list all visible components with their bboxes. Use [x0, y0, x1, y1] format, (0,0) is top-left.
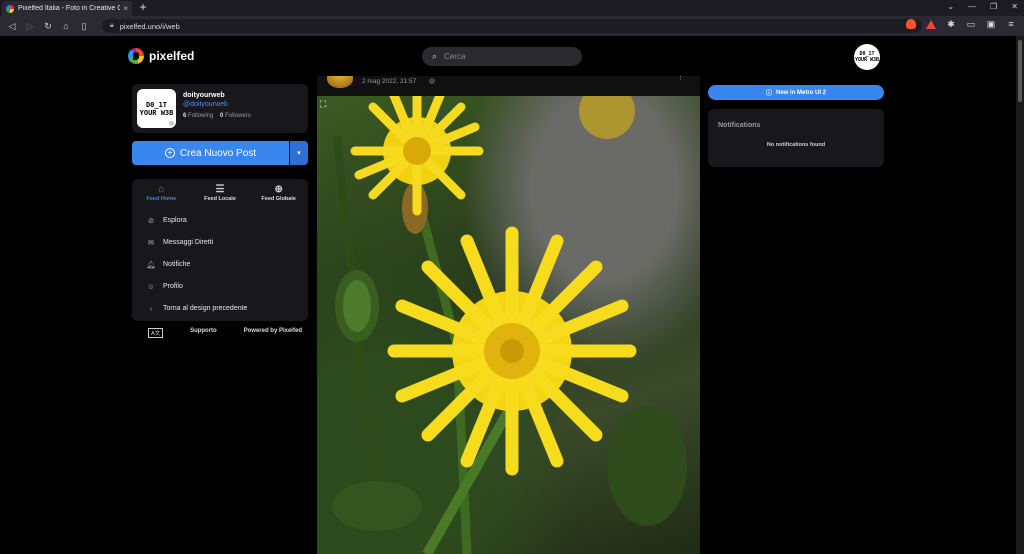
menu-item-notifiche[interactable]: 🔔︎ Notifiche — [132, 253, 308, 275]
navigation-card: ⌂ Feed Home ☰ Feed Locale ⊕ Feed Globale… — [132, 179, 308, 321]
user-avatar[interactable]: D0_1T YOUR W3B — [854, 44, 880, 70]
menu-label: Notifiche — [163, 260, 191, 268]
metro-label: New in Metro UI 2 — [776, 89, 827, 96]
new-tab-button[interactable]: + — [136, 1, 150, 15]
address-bar[interactable]: 🔒︎ pixelfed.uno/i/web — [102, 19, 922, 33]
support-link[interactable]: Supporto — [190, 328, 217, 338]
page-scrollbar[interactable] — [1016, 36, 1024, 554]
post-card: 2 mag 2022, 21:57 · ◍ ⋮ ⛶ — [317, 76, 700, 554]
post-timestamp[interactable]: 2 mag 2022, 21:57 — [362, 78, 416, 85]
more-options-icon[interactable]: ⋮ — [677, 76, 684, 81]
page: pixelfed ⌕ Cerca D0_1T YOUR W3B D0_1T YO… — [0, 36, 1016, 554]
tab-feed-globale[interactable]: ⊕ Feed Globale — [249, 179, 308, 209]
brave-shield-icon[interactable] — [906, 19, 916, 29]
bookmark-icon[interactable]: ▯ — [78, 21, 90, 32]
lock-icon: 🔒︎ — [110, 22, 114, 29]
followers-count[interactable]: 0 — [220, 113, 223, 119]
tab-close-icon[interactable]: × — [123, 4, 128, 13]
powered-by-link[interactable]: Powered by Pixelfed — [244, 328, 302, 338]
menu-icon[interactable]: ≡ — [1006, 19, 1016, 29]
pixelfed-logo-icon — [128, 48, 144, 64]
scrollbar-thumb[interactable] — [1018, 40, 1022, 102]
minimize-icon[interactable]: — — [968, 2, 976, 11]
profile-card: D0_1T YOUR W3B doityourweb @doityourweb … — [132, 84, 308, 133]
menu-label: Messaggi Diretti — [163, 238, 214, 246]
post-header: 2 mag 2022, 21:57 · ◍ ⋮ — [317, 76, 700, 96]
language-icon[interactable]: A文 — [148, 328, 164, 338]
profile-avatar[interactable]: D0_1T YOUR W3B — [137, 89, 176, 128]
menu-label: Profilo — [163, 282, 183, 290]
menu-item-profilo[interactable]: ☺ Profilo — [132, 275, 308, 297]
profile-name[interactable]: doityourweb — [183, 92, 225, 99]
tab-feed-locale[interactable]: ☰ Feed Locale — [191, 179, 250, 209]
logo-text: pixelfed — [149, 49, 195, 63]
tab-feed-home[interactable]: ⌂ Feed Home — [132, 179, 191, 209]
envelope-icon: ✉ — [147, 237, 155, 247]
sidebar-footer: A文 Supporto Powered by Pixelfed — [148, 328, 302, 338]
bell-icon: 🔔︎ — [146, 259, 156, 269]
chevron-left-icon: ‹ — [149, 303, 153, 313]
avatar-badge-icon — [168, 120, 175, 127]
create-post-button[interactable]: + Crea Nuovo Post — [132, 141, 289, 165]
home-icon: ⌂ — [158, 184, 165, 195]
menu-label: Torna al design precedente — [163, 304, 248, 312]
pixelfed-favicon-icon — [6, 4, 14, 13]
tab-title: Pixelfed Italia - Foto in Creative C — [18, 5, 121, 12]
compass-icon: ⊘ — [147, 215, 155, 225]
close-window-icon[interactable]: ✕ — [1011, 2, 1018, 11]
user-icon: ☺ — [147, 281, 155, 291]
tab-label: Feed Home — [146, 196, 177, 202]
menu-item-messaggi-diretti[interactable]: ✉ Messaggi Diretti — [132, 231, 308, 253]
wallet-icon[interactable]: ▣ — [986, 19, 996, 29]
menu-item-legacy-design[interactable]: ‹ Torna al design precedente — [132, 297, 308, 319]
new-in-metro-button[interactable]: ⓘ New in Metro UI 2 — [708, 85, 884, 100]
menu-label: Esplora — [163, 216, 187, 224]
notifications-empty: No notifications found — [766, 142, 826, 148]
pixelfed-logo[interactable]: pixelfed — [128, 48, 194, 64]
avatar-text: D0_1T YOUR W3B — [139, 100, 174, 117]
following-label[interactable]: Following — [188, 113, 213, 119]
extensions-puzzle-icon[interactable]: ✱ — [946, 19, 956, 29]
home-icon[interactable]: ⌂ — [60, 21, 72, 31]
profile-stats: 6 Following 0 Followers — [183, 113, 251, 119]
notifications-card: Notifications No notifications found — [708, 109, 884, 167]
window-controls: ⌄ — ❐ ✕ — [947, 2, 1018, 11]
following-count[interactable]: 6 — [183, 113, 186, 119]
create-post-dropdown[interactable]: ▾ — [290, 141, 308, 165]
globe-icon: ⊕ — [274, 184, 283, 195]
post-image[interactable]: ⛶ — [317, 83, 700, 554]
tab-label: Feed Locale — [204, 196, 236, 202]
browser-tab-bar: Pixelfed Italia - Foto in Creative C × +… — [0, 0, 1024, 16]
brave-rewards-icon[interactable] — [926, 19, 936, 29]
tab-label: Feed Globale — [261, 196, 296, 202]
plus-circle-icon: + — [164, 148, 175, 158]
browser-tab[interactable]: Pixelfed Italia - Foto in Creative C × — [2, 1, 132, 16]
reload-icon[interactable]: ↻ — [42, 21, 54, 32]
followers-label[interactable]: Followers — [225, 113, 251, 119]
search-placeholder: Cerca — [444, 52, 466, 61]
create-post-label: Crea Nuovo Post — [179, 147, 257, 159]
sidebar-icon[interactable]: ▭ — [966, 19, 976, 29]
info-icon: ⓘ — [765, 91, 772, 97]
browser-toolbar: ◁ ▷ ↻ ⌂ ▯ 🔒︎ pixelfed.uno/i/web — [0, 16, 1024, 36]
flower-photo — [332, 83, 687, 554]
profile-handle[interactable]: @doityourweb — [183, 101, 228, 108]
server-icon: ☰ — [215, 184, 225, 195]
menu-item-esplora[interactable]: ⊘ Esplora — [132, 209, 308, 231]
feed-tabs: ⌂ Feed Home ☰ Feed Locale ⊕ Feed Globale — [132, 179, 308, 209]
url-text: pixelfed.uno/i/web — [119, 21, 180, 31]
tab-list-icon[interactable]: ⌄ — [947, 2, 954, 11]
search-input[interactable]: ⌕ Cerca — [422, 47, 582, 66]
notifications-title: Notifications — [718, 122, 761, 129]
forward-icon[interactable]: ▷ — [24, 21, 36, 32]
back-icon[interactable]: ◁ — [6, 21, 18, 32]
globe-icon: ◍ — [429, 78, 436, 85]
restore-icon[interactable]: ❐ — [990, 2, 997, 11]
expand-icon[interactable]: ⛶ — [320, 99, 326, 110]
extension-icons: ✱ ▭ ▣ ≡ — [906, 19, 1016, 29]
search-icon: ⌕ — [432, 51, 438, 61]
post-author-avatar[interactable] — [327, 76, 353, 88]
